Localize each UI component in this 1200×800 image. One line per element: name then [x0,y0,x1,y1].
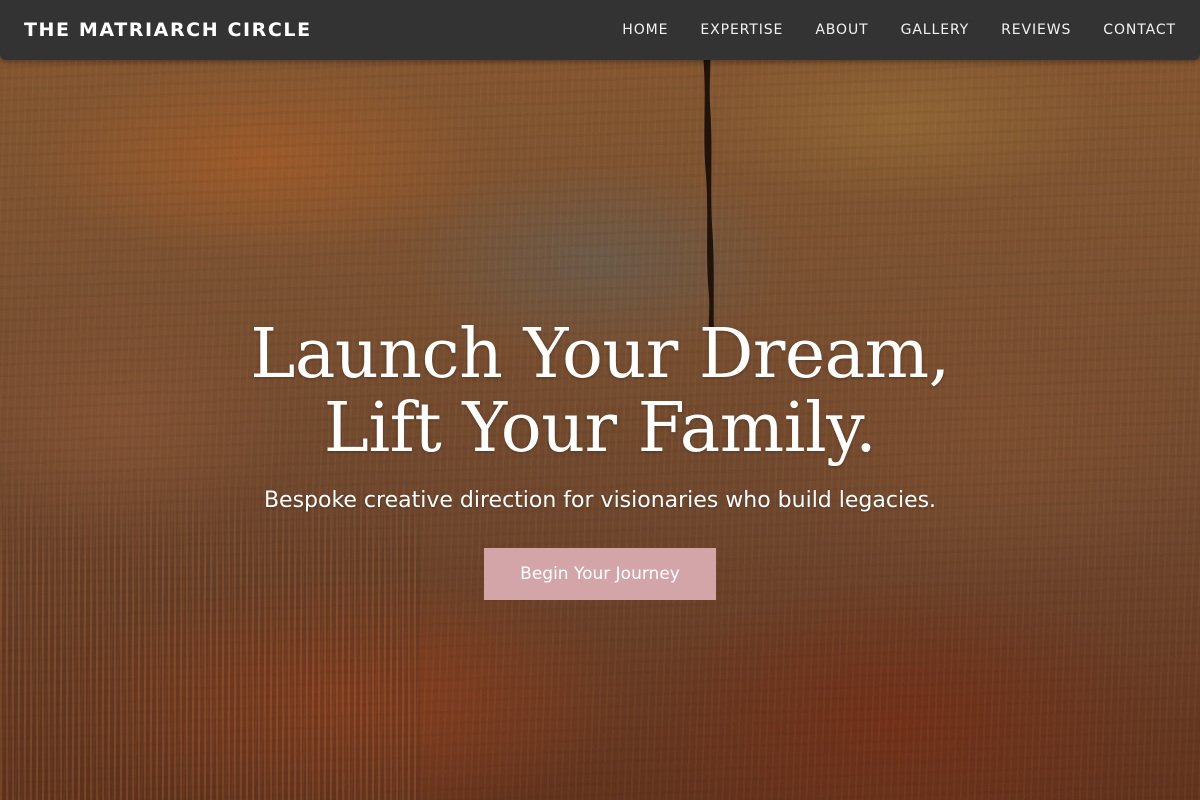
nav-link-contact[interactable]: CONTACT [1103,22,1176,38]
nav-link-about[interactable]: ABOUT [815,22,868,38]
nav-link-home[interactable]: HOME [622,22,668,38]
main-nav: HOME EXPERTISE ABOUT GALLERY REVIEWS CON… [622,22,1176,38]
nav-link-expertise[interactable]: EXPERTISE [700,22,783,38]
nav-link-reviews[interactable]: REVIEWS [1001,22,1071,38]
hero-headline-line-1: Launch Your Dream, [250,315,950,394]
hero-subtitle: Bespoke creative direction for visionari… [263,488,937,513]
top-navbar: THE MATRIARCH CIRCLE HOME EXPERTISE ABOU… [0,0,1200,60]
hero-headline-line-2: Lift Your Family. [323,389,877,468]
nav-link-gallery[interactable]: GALLERY [901,22,970,38]
begin-journey-button[interactable]: Begin Your Journey [484,548,716,600]
hero-headline: Launch Your Dream, Lift Your Family. [0,318,1200,466]
hero-content: Launch Your Dream, Lift Your Family. Bes… [0,318,1200,600]
site-logo-text[interactable]: THE MATRIARCH CIRCLE [24,19,312,41]
